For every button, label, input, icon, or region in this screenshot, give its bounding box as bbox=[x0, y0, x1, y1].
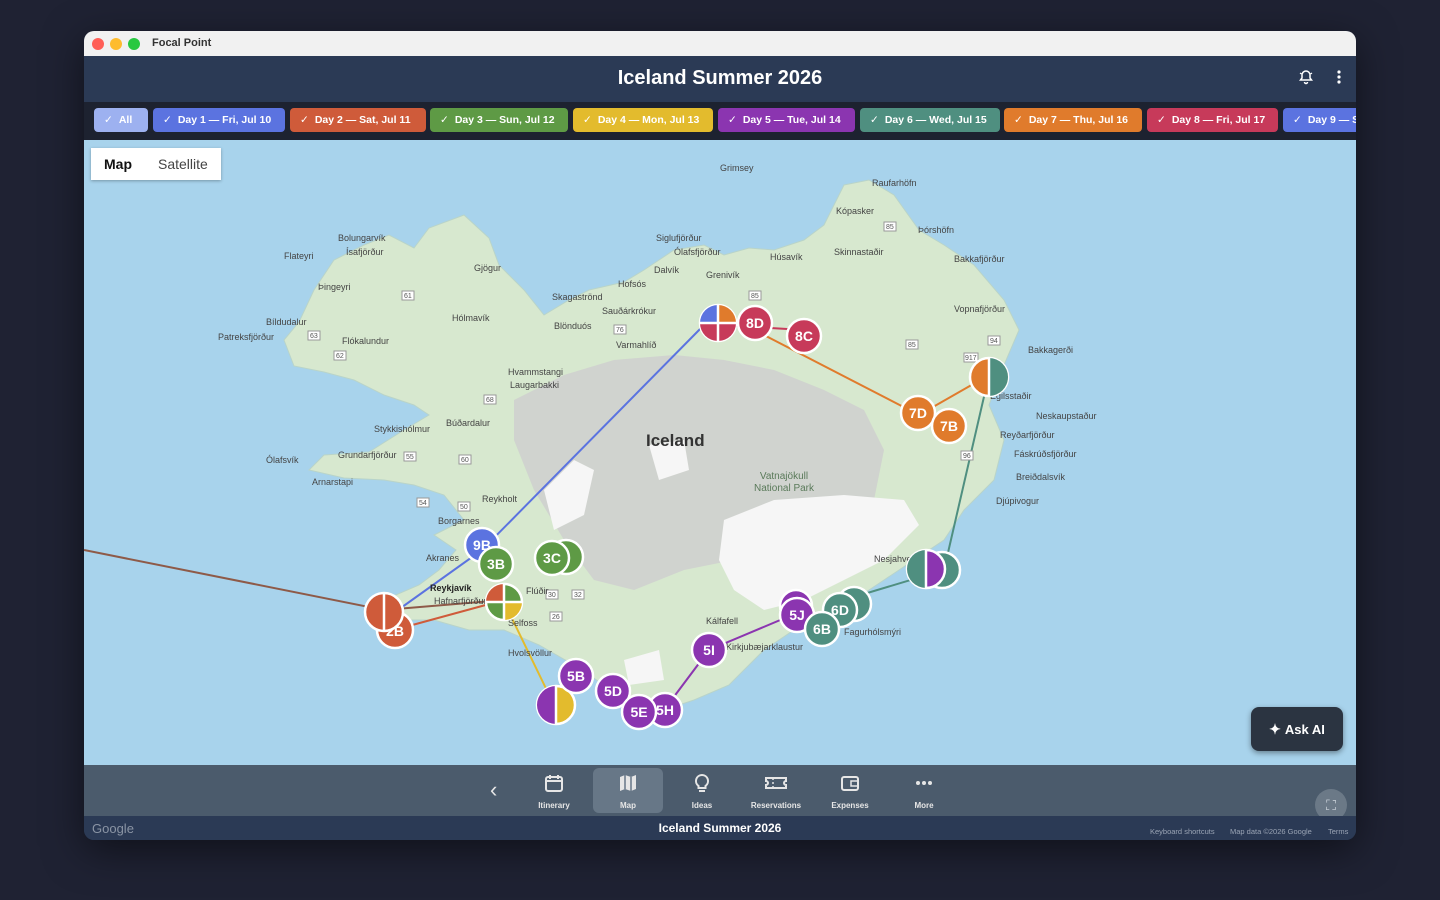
check-icon: ✓ bbox=[1014, 114, 1023, 126]
map-marker-quad[interactable] bbox=[484, 582, 524, 622]
svg-text:7D: 7D bbox=[909, 405, 927, 421]
map-marker[interactable]: 7D bbox=[899, 394, 937, 432]
check-icon: ✓ bbox=[163, 114, 172, 126]
svg-text:5H: 5H bbox=[656, 702, 674, 718]
map-marker[interactable]: 8C bbox=[785, 317, 823, 355]
svg-text:5J: 5J bbox=[789, 607, 805, 623]
nav-expenses[interactable]: Expenses bbox=[815, 768, 885, 813]
more-horizontal-icon bbox=[889, 772, 959, 799]
map-view[interactable]: 61 63 62 68 60 55 54 50 76 85 85 85 94 9… bbox=[84, 140, 1356, 765]
check-icon: ✓ bbox=[440, 114, 449, 126]
check-icon: ✓ bbox=[583, 114, 592, 126]
svg-text:8D: 8D bbox=[746, 315, 764, 331]
nav-map[interactable]: Map bbox=[593, 768, 663, 813]
filter-chip-day-6[interactable]: ✓ Day 6 — Wed, Jul 15 bbox=[860, 108, 1000, 132]
footer-bar: Google Iceland Summer 2026 Keyboard shor… bbox=[84, 816, 1356, 840]
marker-layer: 9B 3B 3C 2B 5B 5D 5H 5E 5I 5J 6D 6B 7D 7… bbox=[363, 303, 1010, 731]
map-marker-split[interactable] bbox=[905, 548, 947, 590]
nav-more[interactable]: More bbox=[889, 768, 959, 813]
crosshair-icon: ⛶ bbox=[1326, 797, 1336, 813]
check-icon: ✓ bbox=[870, 114, 879, 126]
ask-ai-button[interactable]: ✦ Ask AI bbox=[1251, 707, 1343, 751]
trip-title: Iceland Summer 2026 bbox=[617, 67, 823, 89]
map-marker[interactable]: 3C bbox=[533, 538, 585, 577]
ticket-icon bbox=[741, 772, 811, 799]
map-type-toggle: Map Satellite bbox=[91, 148, 221, 180]
map-marker-split[interactable] bbox=[968, 356, 1010, 398]
check-icon: ✓ bbox=[728, 114, 737, 126]
wallet-icon bbox=[815, 772, 885, 799]
map-marker[interactable]: 5I bbox=[690, 631, 728, 669]
nav-ideas[interactable]: Ideas bbox=[667, 768, 737, 813]
minimize-window-button[interactable] bbox=[110, 38, 122, 50]
svg-text:5I: 5I bbox=[703, 642, 715, 658]
map-marker[interactable]: 5B bbox=[557, 657, 595, 695]
map-marker[interactable]: 3B bbox=[477, 545, 515, 583]
filter-chip-day-8[interactable]: ✓ Day 8 — Fri, Jul 17 bbox=[1147, 108, 1278, 132]
svg-text:3C: 3C bbox=[543, 550, 561, 566]
svg-text:8C: 8C bbox=[795, 328, 813, 344]
nav-itinerary[interactable]: Itinerary bbox=[519, 768, 589, 813]
svg-text:5E: 5E bbox=[630, 704, 647, 720]
svg-text:5D: 5D bbox=[604, 683, 622, 699]
map-marker-split[interactable] bbox=[363, 591, 405, 633]
map-marker-quad[interactable] bbox=[698, 303, 738, 343]
svg-text:3B: 3B bbox=[487, 556, 505, 572]
terms-link[interactable]: Terms bbox=[1328, 827, 1348, 836]
filter-chip-all[interactable]: ✓ All bbox=[94, 108, 148, 132]
app-name: Focal Point bbox=[152, 37, 212, 49]
svg-text:7B: 7B bbox=[940, 418, 958, 434]
bottom-navigation: ‹ Itinerary Map Ideas Reservations Expen… bbox=[84, 765, 1356, 816]
sparkle-icon: ✦ bbox=[1269, 721, 1281, 737]
filter-chip-day-4[interactable]: ✓ Day 4 — Mon, Jul 13 bbox=[573, 108, 713, 132]
window-titlebar: Focal Point bbox=[84, 31, 1356, 57]
day-filter-bar: ✓ All ✓ Day 1 — Fri, Jul 10 ✓ Day 2 — Sat, … bbox=[84, 102, 1356, 140]
filter-chip-day-3[interactable]: ✓ Day 3 — Sun, Jul 12 bbox=[430, 108, 568, 132]
filter-chip-day-7[interactable]: ✓ Day 7 — Thu, Jul 16 bbox=[1004, 108, 1142, 132]
bell-icon[interactable] bbox=[1298, 69, 1314, 90]
map-marker[interactable]: 8D bbox=[736, 304, 774, 342]
filter-chip-day-9[interactable]: ✓Day 9 — Sat, Jul 18 bbox=[1283, 108, 1356, 132]
map-data-attribution: Map data ©2026 Google bbox=[1230, 827, 1312, 836]
map-icon bbox=[593, 772, 663, 799]
lightbulb-icon bbox=[667, 772, 737, 799]
map-type-satellite-button[interactable]: Satellite bbox=[145, 148, 221, 180]
check-icon: ✓ bbox=[1157, 114, 1166, 126]
check-icon: ✓ bbox=[1293, 114, 1302, 126]
map-marker[interactable]: 5E bbox=[620, 693, 658, 731]
svg-text:5B: 5B bbox=[567, 668, 585, 684]
svg-text:6B: 6B bbox=[813, 621, 831, 637]
keyboard-shortcuts-link[interactable]: Keyboard shortcuts bbox=[1150, 827, 1215, 836]
map-type-map-button[interactable]: Map bbox=[91, 148, 145, 180]
nav-reservations[interactable]: Reservations bbox=[741, 768, 811, 813]
map-marker[interactable]: 6B bbox=[803, 610, 841, 648]
filter-chip-day-5[interactable]: ✓ Day 5 — Tue, Jul 14 bbox=[718, 108, 855, 132]
map-marker[interactable]: 7B bbox=[930, 407, 968, 445]
check-icon: ✓ bbox=[104, 114, 113, 126]
filter-chip-day-1[interactable]: ✓ Day 1 — Fri, Jul 10 bbox=[153, 108, 285, 132]
app-window: Focal Point Iceland Summer 2026 ✓ All ✓ Da… bbox=[84, 31, 1356, 840]
filter-chip-day-2[interactable]: ✓ Day 2 — Sat, Jul 11 bbox=[290, 108, 426, 132]
close-window-button[interactable] bbox=[92, 38, 104, 50]
zoom-window-button[interactable] bbox=[128, 38, 140, 50]
trip-header: Iceland Summer 2026 bbox=[84, 56, 1356, 102]
check-icon: ✓ bbox=[300, 114, 309, 126]
calendar-icon bbox=[519, 772, 589, 799]
more-vertical-icon[interactable] bbox=[1334, 69, 1344, 90]
chevron-left-icon[interactable]: ‹ bbox=[490, 777, 497, 803]
